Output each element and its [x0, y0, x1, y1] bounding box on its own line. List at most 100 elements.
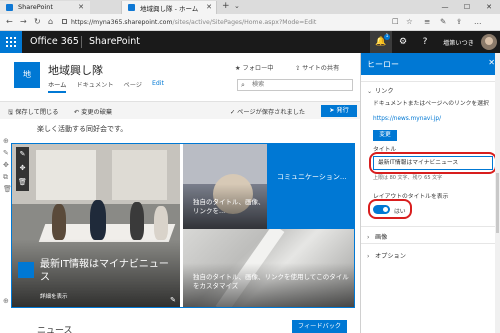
link-section-toggle[interactable]: ⌄ リンク — [367, 86, 394, 95]
sharepoint-favicon-icon — [128, 4, 135, 11]
lock-icon — [62, 19, 67, 24]
site-logo[interactable]: 地 — [14, 62, 40, 88]
url-field[interactable]: https://myna365.sharepoint.com/sites/act… — [62, 17, 362, 28]
site-title[interactable]: 地域興し隊 — [48, 62, 103, 78]
edit-section-icon[interactable]: ✎ — [3, 149, 9, 157]
search-input[interactable]: ⌕ 検索 — [237, 79, 353, 91]
pane-divider — [361, 243, 500, 244]
hero-tile-caption: 独自のタイトル、画像、リンクを... — [193, 198, 265, 215]
suite-divider — [81, 36, 82, 48]
user-name[interactable]: 増第いつき — [443, 38, 474, 47]
intro-text[interactable]: 楽しく活動する同好会です。 — [37, 124, 127, 134]
move-webpart-icon[interactable]: ✥ — [16, 161, 29, 175]
pane-header: ヒーロー ✕ — [361, 53, 500, 75]
pane-scrollbar[interactable] — [495, 53, 500, 333]
site-header: 地 地域興し隊 ホーム ドキュメント ページ Edit ★ フォロー中 ⇪ サイ… — [0, 53, 360, 101]
favorites-hub-icon[interactable]: ≡ — [424, 17, 430, 26]
refresh-icon[interactable]: ↻ — [34, 17, 41, 26]
notifications-bell-icon[interactable]: 🔔 1 — [370, 31, 392, 53]
nav-pages[interactable]: ページ — [124, 80, 142, 93]
close-tab-icon[interactable]: ✕ — [206, 3, 212, 11]
hero-photo-person — [130, 202, 144, 240]
close-window-icon[interactable]: ✕ — [478, 0, 500, 14]
publish-label: 発行 — [336, 107, 349, 114]
image-section-toggle[interactable]: › 画像 — [367, 232, 387, 241]
hero-tile-main[interactable]: 最新IT情報はマイナビニュース 詳細を表示 ✎ — [12, 144, 180, 307]
hero-see-more-link[interactable]: 詳細を表示 — [40, 292, 68, 300]
sharepoint-favicon-icon — [6, 4, 13, 11]
back-icon[interactable]: ← — [6, 17, 13, 26]
notes-icon[interactable]: ✎ — [440, 17, 446, 26]
save-close-label: 保存して閉じる — [15, 109, 59, 116]
pane-title: ヒーロー — [367, 60, 399, 69]
saved-status-text: ページが保存されました — [237, 109, 306, 116]
office365-brand[interactable]: Office 365 — [30, 36, 79, 47]
add-section-bottom-icon[interactable]: ⊕ — [3, 297, 9, 305]
hero-photo-person — [90, 200, 106, 240]
close-icon[interactable]: ✕ — [488, 58, 495, 67]
hero-tile-top-right[interactable]: 独自のタイトル、画像、リンクを... — [183, 144, 267, 229]
share-label: サイトの共有 — [302, 65, 340, 72]
url-path: /sites/active/SitePages/Home.aspx?Mode=E… — [172, 19, 317, 26]
discard-changes-button[interactable]: ↶ 変更の破棄 — [74, 107, 112, 116]
save-close-button[interactable]: 🖫 保存して閉じる — [8, 107, 58, 118]
site-navigation: ホーム ドキュメント ページ Edit — [48, 80, 164, 93]
avatar[interactable] — [481, 34, 497, 50]
edit-tile-icon[interactable]: ✎ — [170, 296, 176, 304]
search-placeholder: 検索 — [252, 81, 265, 88]
favorite-star-icon[interactable]: ☆ — [406, 17, 413, 26]
share-icon[interactable]: ⇪ — [456, 17, 462, 26]
highlight-annotation — [368, 199, 412, 219]
link-section-label: リンク — [375, 88, 394, 95]
duplicate-section-icon[interactable]: ⧉ — [3, 173, 8, 182]
browser-tab-home[interactable]: 地域興し隊 - ホーム ✕ — [121, 1, 217, 14]
hero-tile-caption: 独自のタイトル、画像、リンクを使用してこのタイルをカスタマイズ — [193, 273, 349, 290]
chevron-down-icon[interactable]: ⌄ — [234, 2, 240, 10]
forward-icon[interactable]: → — [20, 17, 27, 26]
gear-icon[interactable]: ⚙ — [392, 31, 414, 53]
options-section-toggle[interactable]: › オプション — [367, 251, 406, 260]
hero-accent-square — [18, 262, 34, 278]
delete-webpart-icon[interactable]: 🗑 — [16, 175, 29, 189]
delete-section-icon[interactable]: 🗑 — [3, 185, 12, 193]
add-section-icon[interactable]: ⊕ — [3, 137, 9, 145]
browser-tab-sharepoint[interactable]: SharePoint ✕ — [0, 1, 90, 14]
search-icon: ⌕ — [241, 81, 245, 89]
close-tab-icon[interactable]: ✕ — [78, 3, 84, 11]
app-launcher-icon[interactable] — [0, 31, 22, 53]
command-bar: 🖫 保存して閉じる ↶ 変更の破棄 ✓ ページが保存されました ➤ 発行 — [0, 101, 360, 119]
edit-webpart-icon[interactable]: ✎ — [16, 147, 29, 161]
highlight-annotation — [369, 152, 497, 174]
hero-tile-caption: コミュニケーション... — [277, 173, 347, 181]
minimize-icon[interactable]: — — [434, 0, 456, 14]
suite-bar: Office 365 SharePoint 🔔 1 ⚙ ? 増第いつき — [0, 31, 500, 53]
hero-photo-window — [112, 150, 167, 200]
feedback-button[interactable]: フィードバック — [292, 320, 347, 333]
link-url[interactable]: https://news.mynavi.jp/ — [373, 116, 441, 122]
hero-main-caption: 最新IT情報はマイナビニュース — [40, 259, 169, 283]
scrollbar-thumb[interactable] — [496, 173, 499, 233]
new-tab-icon[interactable]: + — [222, 1, 230, 11]
reading-view-icon[interactable]: ☐ — [392, 17, 399, 26]
change-link-button[interactable]: 変更 — [373, 130, 397, 141]
webpart-toolbar: ✎ ✥ 🗑 — [16, 147, 29, 191]
property-pane: ヒーロー ✕ ⌄ リンク ドキュメントまたはページへのリンクを選択 https:/… — [360, 53, 500, 333]
publish-button[interactable]: ➤ 発行 — [321, 105, 357, 117]
url-host: https://myna365.sharepoint.com — [71, 19, 173, 26]
hero-tile-communication[interactable]: コミュニケーション... — [267, 144, 354, 229]
share-site-button[interactable]: ⇪ サイトの共有 — [295, 63, 339, 72]
news-section-title: ニュース — [37, 326, 73, 333]
hero-tile-bottom-right[interactable]: 独自のタイトル、画像、リンクを使用してこのタイルをカスタマイズ — [183, 229, 354, 307]
home-icon[interactable]: ⌂ — [48, 17, 53, 26]
follow-label: フォロー中 — [242, 65, 274, 72]
sharepoint-brand[interactable]: SharePoint — [89, 36, 140, 47]
move-section-icon[interactable]: ✥ — [3, 161, 9, 169]
follow-button[interactable]: ★ フォロー中 — [235, 63, 273, 72]
nav-edit-link[interactable]: Edit — [152, 80, 164, 93]
nav-documents[interactable]: ドキュメント — [76, 80, 113, 93]
help-icon[interactable]: ? — [414, 31, 436, 53]
chevron-right-icon: › — [367, 253, 370, 260]
nav-home[interactable]: ホーム — [48, 80, 67, 93]
more-icon[interactable]: … — [474, 17, 482, 26]
maximize-icon[interactable]: ☐ — [456, 0, 478, 14]
